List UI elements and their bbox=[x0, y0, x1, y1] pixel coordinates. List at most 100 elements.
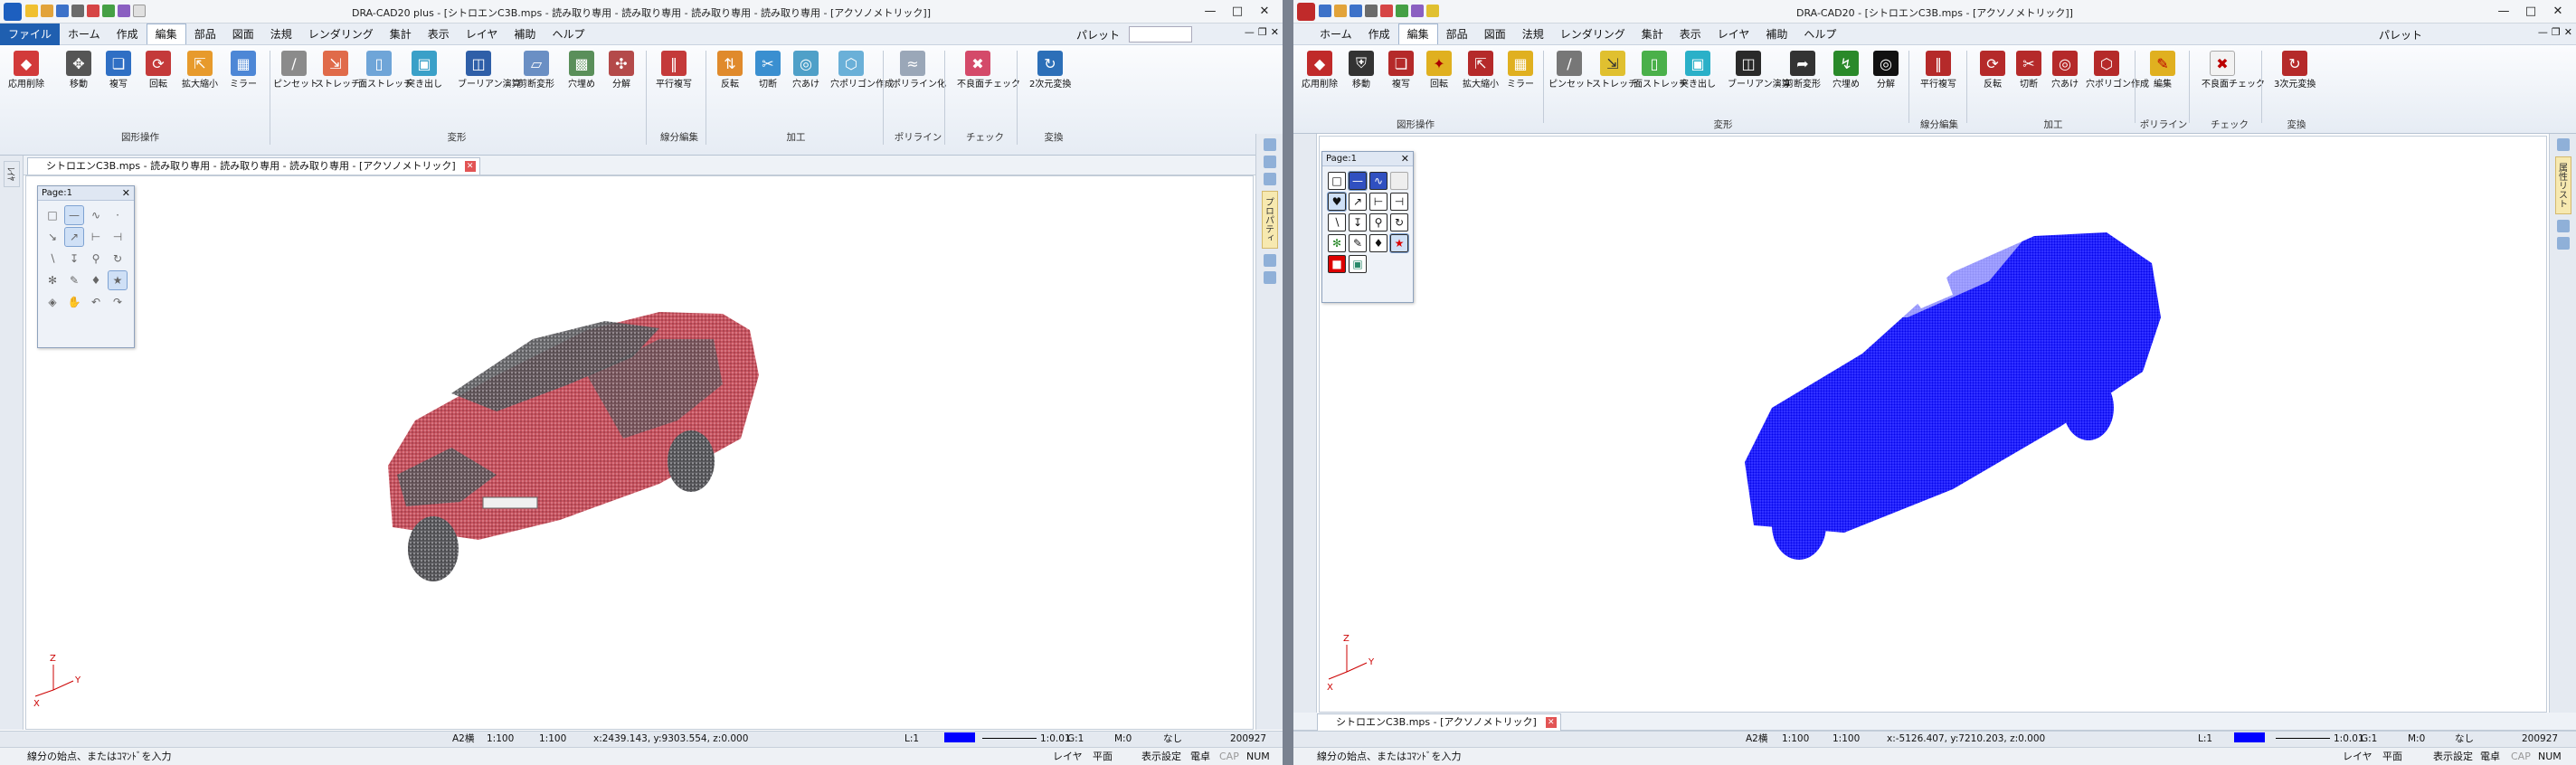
ribbon-button[interactable]: ◫ ブーリアン演算 bbox=[1728, 51, 1791, 90]
ribbon-button[interactable]: ▱ 剪断変形 bbox=[516, 51, 557, 90]
view-panel-icon[interactable] bbox=[1263, 271, 1276, 284]
ribbon-button[interactable]: ▦ ミラー bbox=[223, 51, 264, 90]
ribbon-button[interactable]: ✂ 切断 bbox=[747, 51, 789, 90]
menu-assist[interactable]: 補助 bbox=[506, 24, 544, 45]
close-icon[interactable]: ✕ bbox=[1252, 3, 1277, 21]
layer-indicator[interactable]: L:1 bbox=[2198, 732, 2212, 747]
menu-file[interactable]: ファイル bbox=[0, 23, 61, 45]
ribbon-button[interactable]: ❏ 複写 bbox=[1380, 51, 1422, 90]
close-tab-icon[interactable]: ✕ bbox=[464, 161, 476, 172]
ribbon-button[interactable]: ◫ ブーリアン演算 bbox=[458, 51, 521, 90]
ribbon-button[interactable]: ⇲ ストレッチ bbox=[1592, 51, 1637, 90]
close-tab-icon[interactable]: ✕ bbox=[1545, 717, 1557, 728]
menu-view[interactable]: 表示 bbox=[420, 24, 458, 45]
ribbon-button[interactable]: ↯ 穴埋め bbox=[1825, 51, 1867, 90]
properties-panel-icon[interactable] bbox=[1263, 156, 1276, 168]
search-input[interactable] bbox=[1129, 26, 1192, 42]
menu-home[interactable]: ホーム bbox=[60, 24, 109, 45]
ribbon-button[interactable]: ✎ 編集 bbox=[2142, 51, 2183, 90]
msg-display-settings[interactable]: 表示設定 bbox=[2433, 748, 2473, 765]
ribbon-button[interactable]: ✦ 回転 bbox=[1418, 51, 1460, 90]
none-indicator[interactable]: なし bbox=[1163, 732, 1182, 747]
menu-edit[interactable]: 編集 bbox=[1397, 24, 1438, 44]
layer-panel-icon[interactable] bbox=[1263, 138, 1276, 151]
ribbon-button[interactable]: ↻ 2次元変換 bbox=[1029, 51, 1071, 90]
ribbon-button[interactable]: ◆ 応用削除 bbox=[1299, 51, 1340, 90]
scale-a[interactable]: 1:100 bbox=[1782, 732, 1809, 747]
ribbon-button[interactable]: ✖ 不良面チェック bbox=[957, 51, 1020, 90]
msg-calculator[interactable]: 電卓 bbox=[1190, 748, 1210, 765]
minimize-icon[interactable]: — bbox=[2491, 3, 2516, 21]
mdi-close-icon[interactable]: ✕ bbox=[2564, 26, 2572, 38]
group-indicator[interactable]: G:1 bbox=[1067, 732, 1084, 747]
msg-layer[interactable]: レイヤ bbox=[1053, 748, 1083, 765]
minimize-icon[interactable]: — bbox=[1198, 3, 1223, 21]
menu-home[interactable]: ホーム bbox=[1312, 24, 1360, 45]
ribbon-button[interactable]: ▦ ミラー bbox=[1500, 51, 1541, 90]
ribbon-button[interactable]: ◎ 穴あけ bbox=[2044, 51, 2086, 90]
menu-help[interactable]: ヘルプ bbox=[544, 24, 592, 45]
group-indicator[interactable]: G:1 bbox=[2361, 732, 2377, 747]
menu-drawing[interactable]: 図面 bbox=[1476, 24, 1514, 45]
line-width[interactable]: 1:0.01 bbox=[1040, 732, 1071, 747]
scale-a[interactable]: 1:100 bbox=[487, 732, 514, 747]
menu-parts[interactable]: 部品 bbox=[186, 24, 224, 45]
ribbon-button[interactable]: ✣ 分解 bbox=[601, 51, 642, 90]
view-panel-icon[interactable] bbox=[2556, 237, 2570, 250]
current-color-swatch[interactable] bbox=[944, 732, 975, 747]
ribbon-button[interactable]: ✥ 移動 bbox=[58, 51, 99, 90]
ribbon-button[interactable]: ▯ 面ストレッチ bbox=[358, 51, 412, 90]
drawing-canvas[interactable]: Page:1 ✕ □ — ∿ · ↘ ↗ ⊢ ⊣ ∖ ↧ ⚲ ↻ ✻ ✎ ♦ ★ … bbox=[25, 175, 1254, 730]
layer-indicator[interactable]: L:1 bbox=[904, 732, 919, 747]
ribbon-button[interactable]: ▣ 突き出し bbox=[403, 51, 445, 90]
paper-size[interactable]: A2横 bbox=[452, 732, 474, 747]
ribbon-button[interactable]: ⛨ 移動 bbox=[1340, 51, 1382, 90]
menu-help[interactable]: ヘルプ bbox=[1795, 24, 1844, 45]
ribbon-button[interactable]: ≈ ポリライン化 bbox=[892, 51, 946, 90]
mdi-close-icon[interactable]: ✕ bbox=[1271, 26, 1279, 38]
msg-display-settings[interactable]: 表示設定 bbox=[1141, 748, 1181, 765]
ribbon-button[interactable]: ◎ 穴あけ bbox=[785, 51, 827, 90]
mdi-minimize-icon[interactable]: — bbox=[2538, 26, 2548, 38]
ribbon-button[interactable]: ⬡ 穴ポリゴン作成 bbox=[2086, 51, 2149, 90]
ribbon-button[interactable]: ▯ 面ストレッチ bbox=[1634, 51, 1688, 90]
document-tab[interactable]: シトロエンC3B.mps - [アクソノメトリック] ✕ bbox=[1317, 713, 1561, 731]
ribbon-button[interactable]: ▩ 穴埋め bbox=[561, 51, 602, 90]
menu-drawing[interactable]: 図面 bbox=[224, 24, 262, 45]
ribbon-button[interactable]: ❏ 複写 bbox=[98, 51, 139, 90]
document-tab[interactable]: シトロエンC3B.mps - 読み取り専用 - 読み取り専用 - 読み取り専用 … bbox=[27, 157, 480, 175]
ribbon-button[interactable]: ‖ 平行複写 bbox=[1918, 51, 1959, 90]
paper-size[interactable]: A2横 bbox=[1746, 732, 1767, 747]
msg-plane[interactable]: 平面 bbox=[1093, 748, 1113, 765]
attribute-list-side-tab[interactable]: 属性リスト bbox=[2554, 156, 2571, 214]
drawing-canvas[interactable]: Page:1 ✕ □ — ∿ ♥ ↗ ⊢ ⊣ ∖ ↧ ⚲ ↻ ✻ ✎ ♦ ★ ■ … bbox=[1319, 136, 2547, 713]
maximize-icon[interactable]: □ bbox=[1225, 3, 1250, 21]
layer-panel-icon[interactable] bbox=[2556, 138, 2570, 151]
menu-layer[interactable]: レイヤ bbox=[1709, 24, 1758, 45]
menu-parts[interactable]: 部品 bbox=[1438, 24, 1476, 45]
palette-dropdown[interactable]: パレット bbox=[2379, 27, 2422, 42]
list-panel-icon[interactable] bbox=[1263, 173, 1276, 185]
ribbon-button[interactable]: ◆ 応用削除 bbox=[5, 51, 47, 90]
mdi-minimize-icon[interactable]: — bbox=[1245, 26, 1255, 38]
mode-indicator[interactable]: M:0 bbox=[2408, 732, 2425, 747]
snap-panel-icon[interactable] bbox=[2556, 220, 2570, 232]
ribbon-button[interactable]: ∕ ピンセット bbox=[273, 51, 318, 90]
ribbon-button[interactable]: ⇅ 反転 bbox=[709, 51, 751, 90]
menu-layer[interactable]: レイヤ bbox=[458, 24, 507, 45]
menu-totals[interactable]: 集計 bbox=[382, 24, 420, 45]
mdi-restore-icon[interactable]: ❐ bbox=[1258, 26, 1267, 38]
ribbon-button[interactable]: ▣ 突き出し bbox=[1677, 51, 1719, 90]
menu-rendering[interactable]: レンダリング bbox=[1552, 24, 1634, 45]
current-color-swatch[interactable] bbox=[2234, 732, 2265, 747]
msg-layer[interactable]: レイヤ bbox=[2343, 748, 2372, 765]
ribbon-button[interactable]: ◎ 分解 bbox=[1865, 51, 1907, 90]
ribbon-button[interactable]: ↻ 3次元変換 bbox=[2274, 51, 2316, 90]
menu-rendering[interactable]: レンダリング bbox=[300, 24, 382, 45]
msg-plane[interactable]: 平面 bbox=[2382, 748, 2402, 765]
mode-indicator[interactable]: M:0 bbox=[1114, 732, 1132, 747]
menu-totals[interactable]: 集計 bbox=[1634, 24, 1672, 45]
msg-calculator[interactable]: 電卓 bbox=[2480, 748, 2500, 765]
ribbon-button[interactable]: ✖ 不良面チェック bbox=[2202, 51, 2265, 90]
ribbon-button[interactable]: ⇱ 拡大縮小 bbox=[179, 51, 221, 90]
